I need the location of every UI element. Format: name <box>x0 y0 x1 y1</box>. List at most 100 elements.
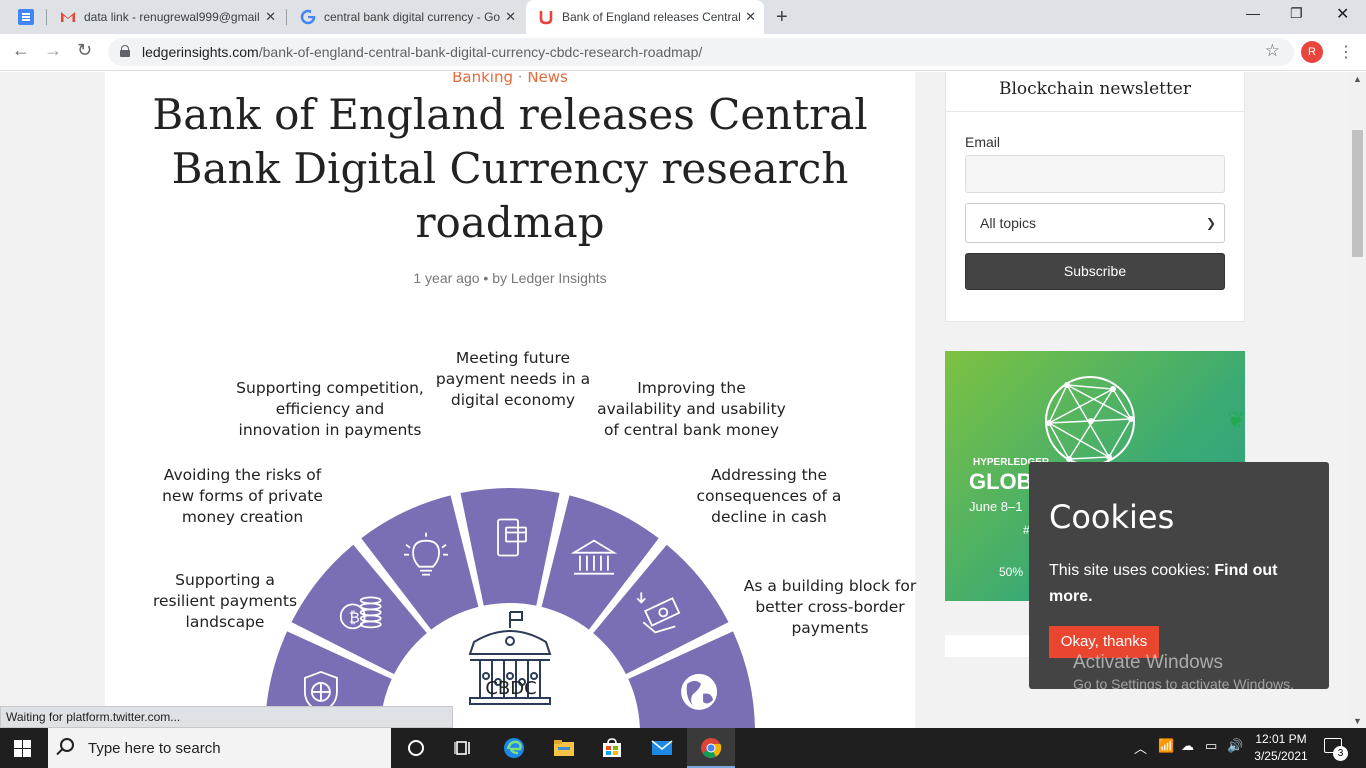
activate-windows-title: Activate Windows <box>1073 652 1223 673</box>
tab-google-search[interactable]: central bank digital currency - Go ✕ <box>288 0 524 34</box>
close-tab-icon[interactable]: ✕ <box>265 9 276 25</box>
topics-selected-value: All topics <box>980 215 1037 231</box>
status-bar: Waiting for platform.twitter.com... <box>0 706 453 728</box>
browser-toolbar: ← → ↻ ledgerinsights.com/bank-of-england… <box>0 34 1366 71</box>
tab-gmail[interactable]: data link - renugrewal999@gmail ✕ <box>48 0 284 34</box>
address-bar[interactable]: ledgerinsights.com/bank-of-england-centr… <box>108 38 1294 66</box>
web-page: Banking · News Bank of England releases … <box>0 72 1366 728</box>
category-banking-link[interactable]: Banking <box>452 72 513 86</box>
category-news-link[interactable]: News <box>527 72 568 86</box>
scroll-thumb[interactable] <box>1352 130 1363 257</box>
tab-ledger-insights[interactable]: Bank of England releases Central ✕ <box>526 0 764 34</box>
forward-icon[interactable]: → <box>44 40 62 61</box>
menu-kebab-icon[interactable]: ⋮ <box>1338 42 1354 62</box>
category-separator: · <box>517 72 523 86</box>
cbdc-roadmap-figure: ₿ Supporting a resilient payments landsc… <box>105 336 916 728</box>
label-line: innovation in payments <box>238 421 422 439</box>
scroll-down-icon[interactable]: ▼ <box>1353 716 1362 726</box>
byline-author-link[interactable]: by Ledger Insights <box>492 270 606 286</box>
leaf-icon: ❦ <box>1227 407 1245 432</box>
scroll-up-icon[interactable]: ▲ <box>1353 74 1362 84</box>
label-line: digital economy <box>450 391 576 409</box>
label-line: of central bank money <box>603 421 780 439</box>
segment-label: Meeting future payment needs in a digita… <box>420 348 606 411</box>
page-scrollbar[interactable]: ▲ ▼ <box>1349 72 1366 728</box>
show-hidden-icons-icon[interactable]: ︿ <box>1134 738 1147 757</box>
battery-icon[interactable]: ▭ <box>1205 738 1217 754</box>
newsletter-widget: Blockchain newsletter Email All topics ❯… <box>945 72 1245 322</box>
windows-start-icon[interactable] <box>14 740 31 757</box>
segment-label: As a building block for better cross-bor… <box>735 576 925 639</box>
label-line: Avoiding the risks of <box>163 466 322 484</box>
tab-separator <box>46 9 47 25</box>
reload-icon[interactable]: ↻ <box>77 40 92 61</box>
windows-taskbar: Type here to search ︿ 📶 ☁ ▭ 🔊 12:01 PM 3… <box>0 728 1366 768</box>
clock-date: 3/25/2021 <box>1254 749 1308 763</box>
label-line: decline in cash <box>711 508 827 526</box>
tab-title: Bank of England releases Central <box>562 10 741 24</box>
svg-text:₿: ₿ <box>349 608 360 626</box>
ledger-insights-icon <box>539 11 553 25</box>
back-icon[interactable]: ← <box>12 40 30 61</box>
ad-date: June 8–1 <box>969 499 1023 514</box>
close-tab-icon[interactable]: ✕ <box>745 9 756 25</box>
label-line: money creation <box>181 508 304 526</box>
task-view-icon[interactable] <box>452 736 476 760</box>
label-line: Improving the <box>637 379 746 397</box>
bookmark-star-icon[interactable]: ☆ <box>1265 41 1280 61</box>
newsletter-title: Blockchain newsletter <box>998 79 1191 99</box>
wifi-icon[interactable]: 📶 <box>1158 738 1174 754</box>
close-tab-icon[interactable]: ✕ <box>505 9 516 25</box>
lock-icon[interactable] <box>120 45 130 57</box>
network-globe-icon <box>1045 376 1135 466</box>
arc-segment <box>460 488 560 606</box>
profile-avatar[interactable]: R <box>1301 41 1323 63</box>
segment-label: Supporting a resilient payments landscap… <box>130 570 320 633</box>
topics-select[interactable]: All topics ❯ <box>965 203 1225 243</box>
file-explorer-icon[interactable] <box>552 736 576 760</box>
microsoft-store-icon[interactable] <box>600 736 624 760</box>
new-tab-icon[interactable]: + <box>776 6 788 29</box>
label-line: Meeting future <box>455 349 571 367</box>
edge-icon[interactable] <box>502 736 526 760</box>
mail-icon[interactable] <box>650 736 674 760</box>
activate-windows-subtitle: Go to Settings to activate Windows. <box>1073 676 1294 692</box>
segment-label: Improving the availability and usability… <box>589 378 794 441</box>
label-line: Supporting competition, <box>236 379 424 397</box>
taskbar-search-input[interactable]: Type here to search <box>48 728 391 768</box>
label-line: landscape <box>185 613 265 631</box>
article-headline: Bank of England releases Central Bank Di… <box>152 90 868 247</box>
volume-icon[interactable]: 🔊 <box>1227 738 1243 754</box>
tab-separator <box>286 9 287 25</box>
notification-count-badge: 3 <box>1333 746 1348 761</box>
label-line: Supporting a <box>175 571 275 589</box>
system-clock[interactable]: 12:01 PM 3/25/2021 <box>1250 731 1312 765</box>
label-line: resilient payments <box>152 592 298 610</box>
segment-label: Avoiding the risks of new forms of priva… <box>150 465 335 528</box>
email-label: Email <box>965 134 1001 150</box>
label-line: As a building block for <box>743 577 917 595</box>
cbdc-center-label: CBDC <box>485 678 537 699</box>
segment-label: Supporting competition, efficiency and i… <box>225 378 435 441</box>
gmail-icon <box>61 12 75 22</box>
subscribe-button[interactable]: Subscribe <box>965 253 1225 290</box>
label-line: payment needs in a <box>435 370 591 388</box>
label-line: Addressing the <box>710 466 828 484</box>
email-field[interactable] <box>965 155 1225 193</box>
cookie-title: Cookies <box>1049 498 1175 536</box>
cookie-text: This site uses cookies: <box>1049 562 1210 579</box>
maximize-icon[interactable]: ❐ <box>1290 5 1303 22</box>
article-categories: Banking · News <box>105 72 915 86</box>
label-line: better cross-border <box>755 598 905 616</box>
onedrive-icon[interactable]: ☁ <box>1181 738 1194 754</box>
chrome-icon[interactable] <box>699 736 723 760</box>
cortana-icon[interactable] <box>404 736 428 760</box>
minimize-icon[interactable]: — <box>1246 5 1260 21</box>
close-window-icon[interactable]: ✕ <box>1336 4 1349 24</box>
label-line: new forms of private <box>162 487 323 505</box>
clock-time: 12:01 PM <box>1255 732 1307 746</box>
google-docs-icon[interactable] <box>18 9 34 25</box>
search-placeholder: Type here to search <box>88 739 221 757</box>
globe-icon <box>681 673 718 710</box>
label-line: efficiency and <box>275 400 385 418</box>
